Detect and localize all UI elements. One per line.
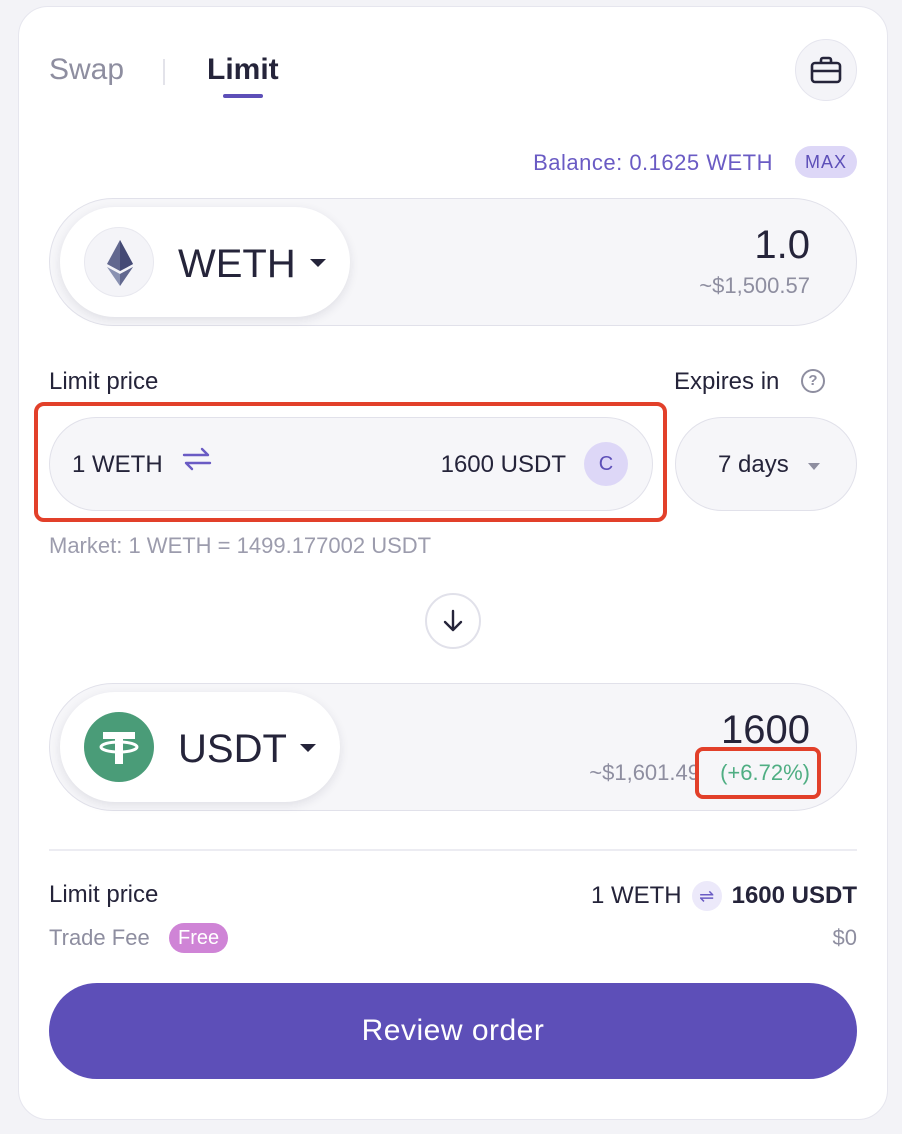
chevron-down-icon: [310, 259, 326, 267]
wallet-button[interactable]: [795, 39, 857, 101]
annotation-highlight-percent: [695, 747, 821, 799]
active-tab-indicator: [223, 94, 263, 98]
tab-limit[interactable]: Limit: [207, 53, 279, 87]
summary-limit-from: 1 WETH: [590, 882, 682, 909]
expires-value: 7 days: [718, 451, 789, 478]
switch-tokens-button[interactable]: [425, 593, 481, 649]
to-token-symbol: USDT: [178, 727, 287, 771]
summary-limit-value: 1 WETH ⇌ 1600 USDT: [591, 881, 857, 911]
review-order-button[interactable]: Review order: [49, 983, 857, 1079]
free-badge: Free: [169, 923, 229, 953]
ethereum-icon: [84, 227, 154, 297]
divider: [49, 849, 857, 851]
expires-label: Expires in: [674, 368, 780, 395]
tab-divider: [163, 59, 165, 85]
chevron-down-icon: [300, 744, 316, 752]
briefcase-icon: [810, 56, 842, 84]
expires-select[interactable]: 7 days: [675, 417, 857, 511]
limit-price-label: Limit price: [49, 368, 159, 395]
from-token-panel: WETH 1.0 ~$1,500.57: [49, 198, 857, 326]
tab-swap[interactable]: Swap: [49, 53, 124, 87]
trade-fee-label: Trade Fee: [49, 925, 150, 950]
from-token-symbol: WETH: [178, 242, 296, 286]
swap-direction-icon[interactable]: ⇌: [691, 881, 722, 911]
from-usd-value: ~$1,500.57: [699, 273, 810, 298]
from-token-selector[interactable]: WETH: [60, 207, 350, 317]
summary-limit-to: 1600 USDT: [731, 882, 857, 909]
limit-order-card: Swap Limit Balance: 0.1625 WETH MAX WETH: [18, 6, 888, 1120]
balance-text: Balance: 0.1625 WETH: [533, 150, 773, 175]
to-usd-value: ~$1,601.49: [589, 760, 700, 785]
annotation-highlight-limit-price: [34, 402, 667, 522]
arrow-down-icon: [443, 609, 463, 632]
help-icon[interactable]: ?: [801, 369, 825, 393]
chevron-down-icon: [808, 463, 820, 470]
summary-limit-label: Limit price: [49, 881, 159, 908]
max-button[interactable]: MAX: [795, 146, 857, 178]
tether-icon: [84, 712, 154, 782]
to-token-selector[interactable]: USDT: [60, 692, 340, 802]
from-amount[interactable]: 1.0: [754, 223, 810, 267]
trade-fee-value: $0: [832, 925, 857, 950]
to-amount: 1600: [721, 708, 810, 752]
market-price-text: Market: 1 WETH = 1499.177002 USDT: [49, 533, 432, 558]
